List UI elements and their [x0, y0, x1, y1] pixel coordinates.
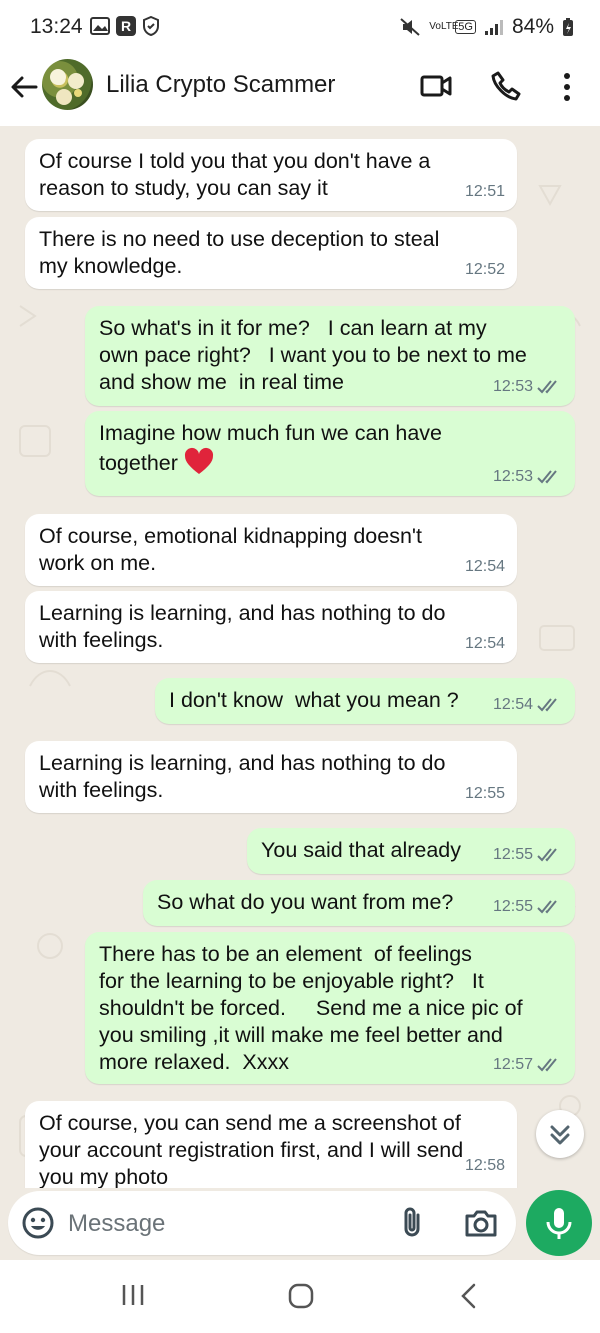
- message-time: 12:57: [492, 1056, 533, 1073]
- message-input[interactable]: [66, 1203, 370, 1245]
- message-text: Learning is learning, and has nothing to…: [39, 751, 446, 802]
- shield-notification-icon: [143, 16, 159, 36]
- message-outgoing[interactable]: So what's in it for me? I can learn at m…: [85, 306, 575, 406]
- back-nav-icon[interactable]: [458, 1282, 480, 1310]
- message-time: 12:53: [492, 468, 533, 485]
- message-incoming[interactable]: Of course I told you that you don't have…: [25, 139, 517, 211]
- message-text: Learning is learning, and has nothing to…: [39, 601, 446, 652]
- battery-percent: 84%: [511, 15, 554, 38]
- message-incoming[interactable]: Learning is learning, and has nothing to…: [25, 741, 517, 813]
- message-text: I don't know what you mean ?: [169, 688, 459, 712]
- read-receipt-icon: [537, 847, 557, 861]
- battery-charging-icon: [563, 18, 573, 36]
- message-text: Of course, you can send me a screenshot …: [39, 1111, 464, 1188]
- message-time: 12:53: [492, 378, 533, 395]
- camera-icon[interactable]: [464, 1207, 498, 1239]
- message-text: Of course I told you that you don't have…: [39, 149, 431, 200]
- read-receipt-icon: [537, 379, 557, 393]
- composer-bar: [0, 1188, 600, 1260]
- r-app-notification-icon: R: [116, 16, 136, 36]
- message-outgoing[interactable]: So what do you want from me? 12:55: [143, 880, 575, 926]
- recent-apps-icon[interactable]: [120, 1282, 146, 1308]
- read-receipt-icon: [537, 899, 557, 913]
- svg-text:R: R: [121, 18, 131, 34]
- message-time: 12:54: [464, 635, 505, 652]
- more-vertical-icon[interactable]: [562, 72, 572, 102]
- message-outgoing[interactable]: I don't know what you mean ? 12:54: [155, 678, 575, 724]
- message-text: So what do you want from me?: [157, 890, 454, 914]
- message-incoming[interactable]: There is no need to use deception to ste…: [25, 217, 517, 289]
- message-incoming[interactable]: Of course, you can send me a screenshot …: [25, 1101, 517, 1188]
- message-incoming[interactable]: Of course, emotional kidnapping doesn't …: [25, 514, 517, 586]
- chat-area[interactable]: Of course I told you that you don't have…: [0, 126, 600, 1188]
- status-time: 13:24: [30, 15, 83, 38]
- message-text: Imagine how much fun we can have togethe…: [99, 421, 443, 475]
- network-type: 5G: [455, 20, 476, 34]
- message-text: You said that already: [261, 838, 462, 862]
- avatar[interactable]: [42, 59, 93, 110]
- status-bar: 13:24 R VoLTE 5G 84%: [0, 0, 600, 56]
- message-outgoing[interactable]: Imagine how much fun we can have togethe…: [85, 411, 575, 496]
- arrow-left-icon[interactable]: [8, 71, 40, 103]
- chevron-double-down-icon: [550, 1125, 570, 1145]
- composer: [8, 1191, 516, 1255]
- message-outgoing[interactable]: There has to be an element of feelings f…: [85, 932, 575, 1084]
- message-time: 12:54: [464, 558, 505, 575]
- contact-name[interactable]: Lilia Crypto Scammer: [106, 71, 335, 99]
- gallery-notification-icon: [90, 17, 110, 35]
- red-heart-emoji-icon: [184, 447, 213, 474]
- message-text: There has to be an element of feelings f…: [99, 942, 523, 1074]
- message-incoming[interactable]: Learning is learning, and has nothing to…: [25, 591, 517, 663]
- signal-icon: [484, 20, 503, 35]
- message-time: 12:55: [464, 785, 505, 802]
- emoji-icon[interactable]: [22, 1207, 54, 1239]
- mute-icon: [400, 18, 420, 36]
- phone-icon[interactable]: [490, 70, 522, 102]
- system-nav-bar: [0, 1260, 600, 1333]
- paperclip-icon[interactable]: [398, 1205, 426, 1241]
- message-time: 12:54: [492, 696, 533, 713]
- message-time: 12:58: [464, 1157, 505, 1174]
- read-receipt-icon: [537, 697, 557, 711]
- message-time: 12:52: [464, 261, 505, 278]
- chat-header: Lilia Crypto Scammer: [0, 56, 600, 126]
- microphone-icon: [546, 1208, 572, 1239]
- message-time: 12:55: [492, 846, 533, 863]
- message-outgoing[interactable]: You said that already 12:55: [247, 828, 575, 874]
- message-text: There is no need to use deception to ste…: [39, 227, 440, 278]
- read-receipt-icon: [537, 469, 557, 483]
- message-time: 12:55: [492, 898, 533, 915]
- message-text: Of course, emotional kidnapping doesn't …: [39, 524, 422, 575]
- volte-indicator: VoLTE: [429, 21, 459, 32]
- video-camera-icon[interactable]: [420, 73, 452, 99]
- voice-message-button[interactable]: [526, 1190, 592, 1256]
- message-text: So what's in it for me? I can learn at m…: [99, 316, 527, 394]
- home-icon[interactable]: [287, 1282, 315, 1310]
- read-receipt-icon: [537, 1057, 557, 1071]
- scroll-to-bottom-button[interactable]: [536, 1110, 584, 1158]
- message-time: 12:51: [464, 183, 505, 200]
